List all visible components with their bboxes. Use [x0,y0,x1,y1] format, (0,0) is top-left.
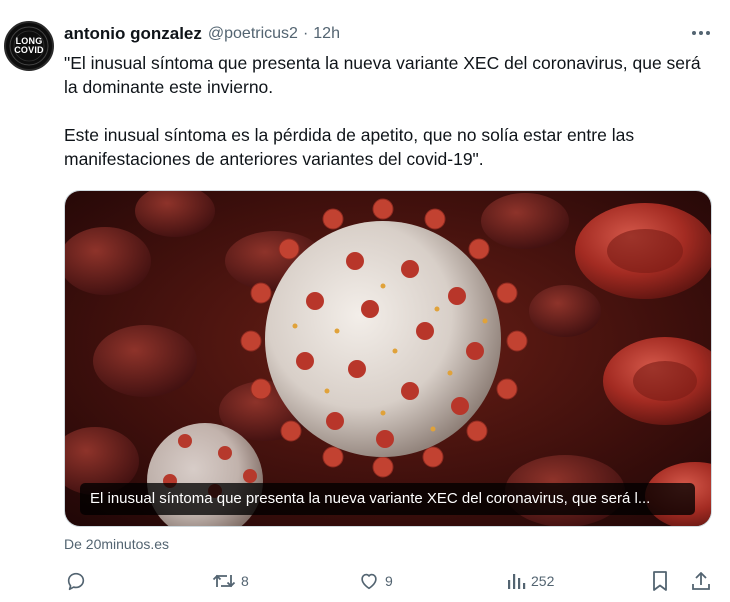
reply-button[interactable] [65,566,92,596]
retweet-count: 8 [241,573,249,589]
reply-icon [67,572,85,591]
retweet-icon [212,574,236,588]
main-virus [240,198,528,478]
bookmark-button[interactable] [650,566,670,596]
views-icon [508,574,526,589]
avatar[interactable]: LONG COVID [4,21,54,71]
link-card-caption: El inusual síntoma que presenta la nueva… [80,483,695,515]
bookmark-icon [653,571,667,591]
more-button[interactable] [690,24,712,42]
share-icon [692,572,710,590]
more-icon [692,31,710,35]
tweet-header: antonio gonzalez @poetricus2 · 12h [64,23,340,45]
like-icon [361,573,377,590]
retweet-button[interactable]: 8 [212,566,249,596]
tweet-text: "El inusual síntoma que presenta la nuev… [64,53,701,169]
tweet-actions: 8 9 252 [0,566,730,596]
avatar-line-2: COVID [14,45,44,55]
author-name[interactable]: antonio gonzalez [64,24,202,44]
like-button[interactable]: 9 [358,566,393,596]
author-handle[interactable]: @poetricus2 [208,25,298,43]
link-card-image[interactable]: El inusual síntoma que presenta la nueva… [64,190,712,527]
tweet[interactable]: LONG COVID antonio gonzalez @poetricus2 … [0,0,730,602]
link-card-source[interactable]: De 20minutos.es [64,536,169,552]
views-count: 252 [531,573,555,589]
share-button[interactable] [690,566,712,596]
avatar-logo-text: LONG COVID [11,37,47,55]
coronavirus-illustration [65,191,711,526]
like-count: 9 [385,573,393,589]
views-button[interactable]: 252 [506,566,554,596]
tweet-time[interactable]: 12h [313,25,340,43]
header-separator: · [302,25,309,42]
